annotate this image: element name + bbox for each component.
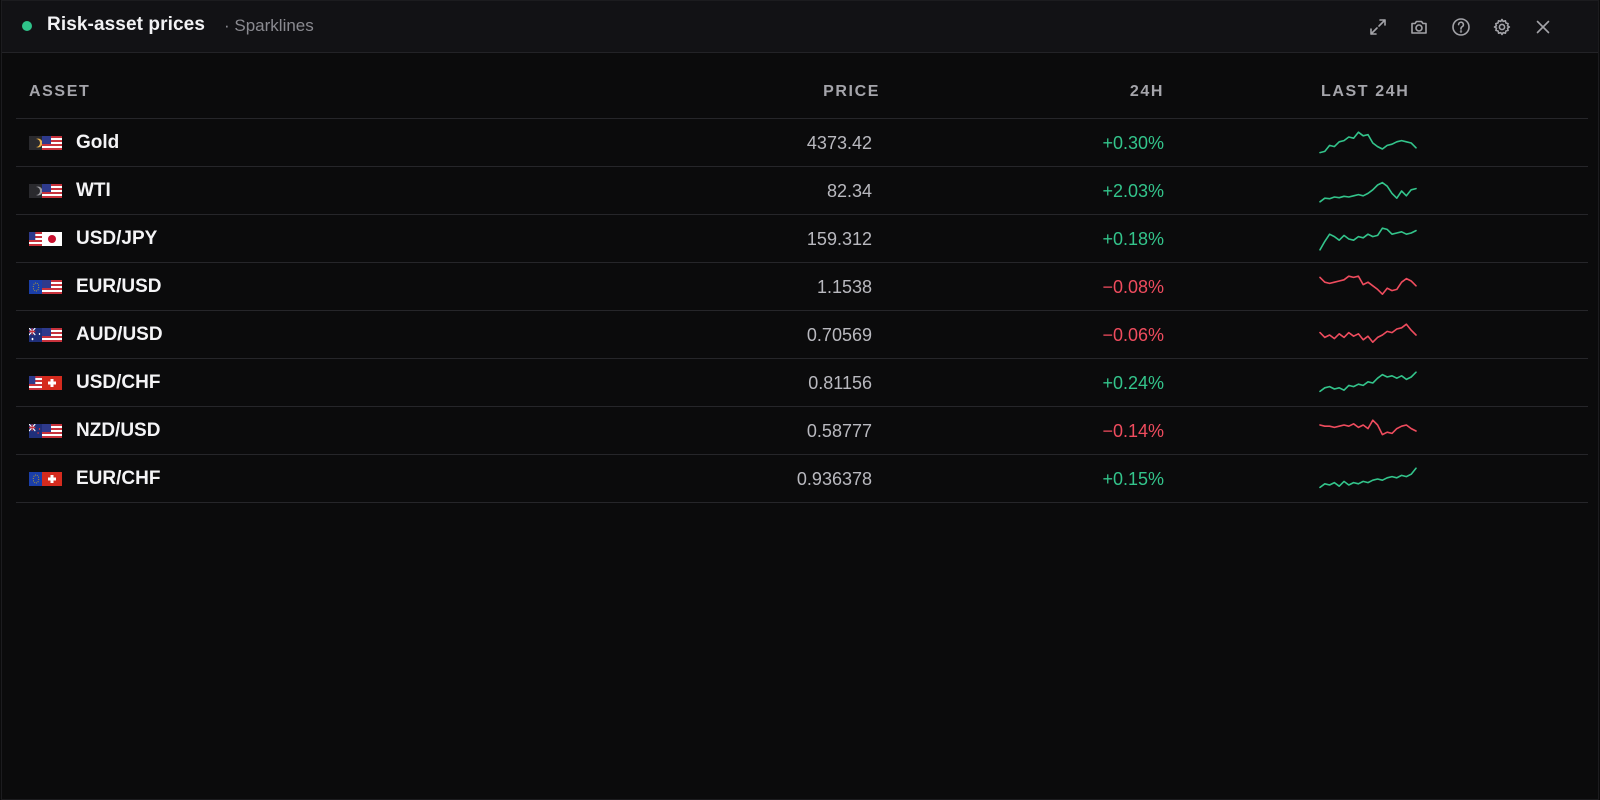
table-row[interactable]: Gold 4373.42 +0.30% [16, 119, 1588, 167]
sparkline-line [1319, 131, 1417, 154]
sparkline-line [1319, 419, 1417, 436]
sparkline-chart [1319, 181, 1417, 203]
sparkline-chart [1319, 227, 1417, 251]
change-24h: +0.18% [1102, 229, 1164, 249]
currency-flag-icon [29, 424, 62, 438]
currency-flag-icon [29, 136, 62, 150]
help-icon[interactable] [1448, 14, 1474, 40]
table-row[interactable]: NZD/USD 0.58777 −0.14% [16, 407, 1588, 455]
sparkline-line [1319, 467, 1417, 489]
table-body: Gold 4373.42 +0.30% WTI 82.34 +2.03% USD/JPY 15… [16, 119, 1588, 503]
expand-icon[interactable] [1365, 14, 1391, 40]
column-header-last-24h: LAST 24H [1321, 83, 1410, 100]
change-24h: +2.03% [1102, 181, 1164, 201]
currency-flag-icon [29, 184, 62, 198]
sparkline-chart [1319, 371, 1417, 393]
change-24h: +0.15% [1102, 469, 1164, 489]
asset-price: 0.70569 [806, 325, 872, 345]
asset-name: USD/JPY [76, 228, 158, 249]
asset-name: NZD/USD [76, 420, 161, 441]
asset-name: Gold [76, 132, 120, 153]
sparkline-line [1319, 323, 1417, 344]
price-table: ASSET PRICE 24H LAST 24H Gold 4373.42 +0.3… [16, 67, 1588, 503]
table-row[interactable]: USD/JPY 159.312 +0.18% [16, 215, 1588, 263]
change-24h: −0.14% [1102, 421, 1164, 441]
table-header: ASSET PRICE 24H LAST 24H [16, 67, 1588, 119]
table-row[interactable]: EUR/CHF 0.936378 +0.15% [16, 455, 1588, 503]
table-row[interactable]: USD/CHF 0.81156 +0.24% [16, 359, 1588, 407]
sparkline-line [1319, 371, 1417, 393]
widget-window: Risk-asset prices · Sparklines ASSET PRI… [1, 0, 1599, 800]
asset-name: AUD/USD [76, 324, 163, 345]
asset-name: USD/CHF [76, 372, 161, 393]
currency-flag-icon [29, 376, 62, 390]
asset-name: WTI [76, 180, 111, 201]
table-row[interactable]: WTI 82.34 +2.03% [16, 167, 1588, 215]
asset-name: EUR/USD [76, 276, 162, 297]
change-24h: −0.06% [1102, 325, 1164, 345]
asset-price: 82.34 [826, 181, 872, 201]
asset-price: 0.81156 [808, 373, 872, 393]
sparkline-line [1319, 275, 1417, 296]
change-24h: +0.24% [1102, 373, 1164, 393]
status-indicator-icon [22, 21, 32, 31]
column-header-asset[interactable]: ASSET [29, 83, 90, 101]
table-row[interactable]: AUD/USD 0.70569 −0.06% [16, 311, 1588, 359]
asset-price: 0.58777 [806, 421, 872, 441]
sparkline-chart [1319, 419, 1417, 436]
currency-flag-icon [29, 472, 62, 486]
widget-subtitle: · Sparklines [224, 16, 314, 35]
asset-price: 1.1538 [816, 277, 872, 297]
close-icon[interactable] [1530, 14, 1556, 40]
sparkline-chart [1319, 323, 1417, 344]
sparkline-chart [1319, 131, 1417, 154]
change-24h: −0.08% [1102, 277, 1164, 297]
camera-icon[interactable] [1406, 14, 1432, 40]
asset-price: 4373.42 [806, 133, 872, 153]
change-24h: +0.30% [1102, 133, 1164, 153]
asset-price: 159.312 [806, 229, 872, 249]
sparkline-chart [1319, 275, 1417, 296]
sparkline-chart [1319, 467, 1417, 489]
sparkline-line [1319, 227, 1417, 251]
gear-icon[interactable] [1489, 14, 1515, 40]
asset-price: 0.936378 [796, 469, 872, 489]
widget-title: Risk-asset prices [47, 14, 206, 35]
asset-name: EUR/CHF [76, 468, 161, 489]
currency-flag-icon [29, 232, 62, 246]
currency-flag-icon [29, 280, 62, 294]
sparkline-line [1319, 181, 1417, 203]
currency-flag-icon [29, 328, 62, 342]
column-header-price[interactable]: PRICE [823, 83, 880, 101]
title-bar: Risk-asset prices · Sparklines [2, 1, 1598, 53]
column-header-24h[interactable]: 24H [1130, 83, 1164, 101]
table-row[interactable]: EUR/USD 1.1538 −0.08% [16, 263, 1588, 311]
